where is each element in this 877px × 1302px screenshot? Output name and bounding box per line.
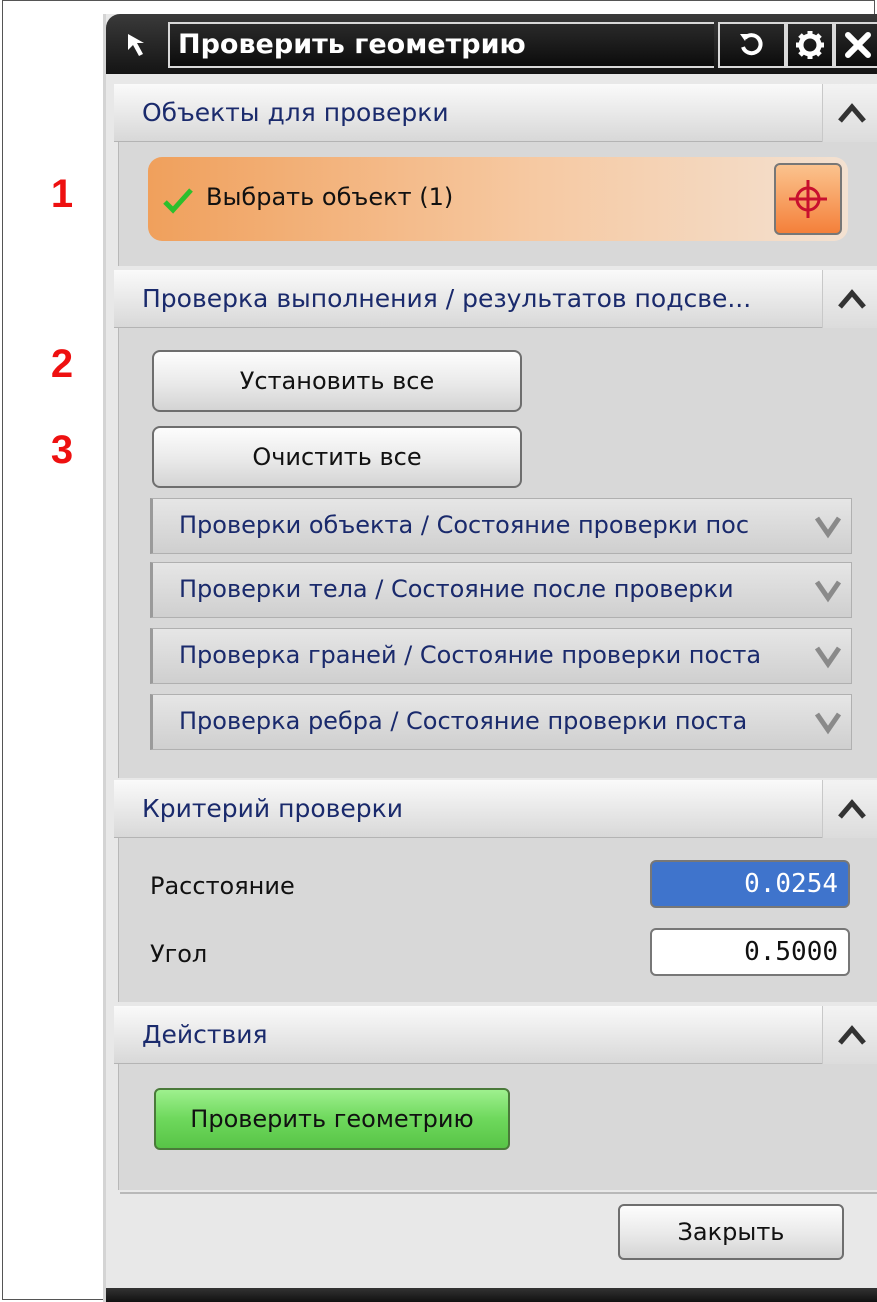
dialog-bottom-bar [106, 1288, 877, 1302]
subsection-label: Проверка граней / Состояние проверки пос… [179, 641, 762, 669]
set-all-button[interactable]: Установить все [152, 350, 522, 412]
section-header-objects[interactable]: Объекты для проверки [114, 84, 877, 142]
clear-all-button[interactable]: Очистить все [152, 426, 522, 488]
subsection-label: Проверка ребра / Состояние проверки пост… [179, 707, 748, 735]
annotation-3: 3 [50, 428, 74, 472]
collapse-actions-button[interactable] [822, 1006, 877, 1064]
collapse-objects-button[interactable] [822, 84, 877, 142]
collapse-criteria-button[interactable] [822, 780, 877, 838]
subsection-face-checks[interactable]: Проверка граней / Состояние проверки пос… [150, 628, 852, 684]
dialog-titlebar: Проверить геометрию [106, 14, 877, 74]
section-title-checks: Проверка выполнения / результатов подсве… [142, 284, 752, 313]
select-object-row[interactable]: Выбрать объект (1) [148, 157, 848, 241]
section-title-criteria: Критерий проверки [142, 794, 403, 823]
gear-icon[interactable] [786, 22, 834, 68]
section-title-objects: Объекты для проверки [142, 98, 449, 127]
distance-label: Расстояние [150, 872, 295, 900]
section-header-criteria[interactable]: Критерий проверки [114, 780, 877, 838]
subsection-object-checks[interactable]: Проверки объекта / Состояние проверки по… [150, 498, 852, 554]
dialog-title: Проверить геометрию [178, 29, 526, 60]
chevron-up-icon [837, 1025, 866, 1045]
angle-label: Угол [150, 940, 208, 968]
chevron-down-icon [814, 646, 842, 669]
subsection-label: Проверки тела / Состояние после проверки [179, 575, 734, 603]
collapse-checks-button[interactable] [822, 270, 877, 328]
chevron-up-icon [837, 103, 866, 123]
subsection-label: Проверки объекта / Состояние проверки по… [179, 511, 750, 539]
check-geometry-button[interactable]: Проверить геометрию [154, 1088, 510, 1150]
angle-field[interactable]: 0.5000 [650, 928, 850, 976]
chevron-up-icon [837, 799, 866, 819]
select-arrow-icon[interactable] [112, 22, 166, 68]
section-header-actions[interactable]: Действия [114, 1006, 877, 1064]
section-title-actions: Действия [142, 1020, 268, 1049]
subsection-body-checks[interactable]: Проверки тела / Состояние после проверки [150, 562, 852, 618]
select-object-label: Выбрать объект (1) [206, 183, 454, 211]
chevron-down-icon [814, 712, 842, 735]
chevron-down-icon [814, 580, 842, 603]
select-object-button[interactable] [774, 163, 842, 235]
close-button[interactable]: Закрыть [618, 1204, 844, 1260]
footer-divider [120, 1192, 877, 1194]
distance-field[interactable]: 0.0254 [650, 860, 850, 908]
reset-icon[interactable] [718, 22, 786, 68]
section-header-checks[interactable]: Проверка выполнения / результатов подсве… [114, 270, 877, 328]
check-geometry-dialog: Проверить геометрию Объекты для проверки… [103, 14, 877, 1302]
chevron-down-icon [814, 516, 842, 539]
subsection-edge-checks[interactable]: Проверка ребра / Состояние проверки пост… [150, 694, 852, 750]
close-icon[interactable] [834, 22, 877, 68]
crosshair-icon [789, 180, 827, 218]
chevron-up-icon [837, 289, 866, 309]
checkmark-icon [163, 188, 193, 214]
annotation-2: 2 [50, 342, 74, 386]
annotation-1: 1 [50, 172, 74, 216]
